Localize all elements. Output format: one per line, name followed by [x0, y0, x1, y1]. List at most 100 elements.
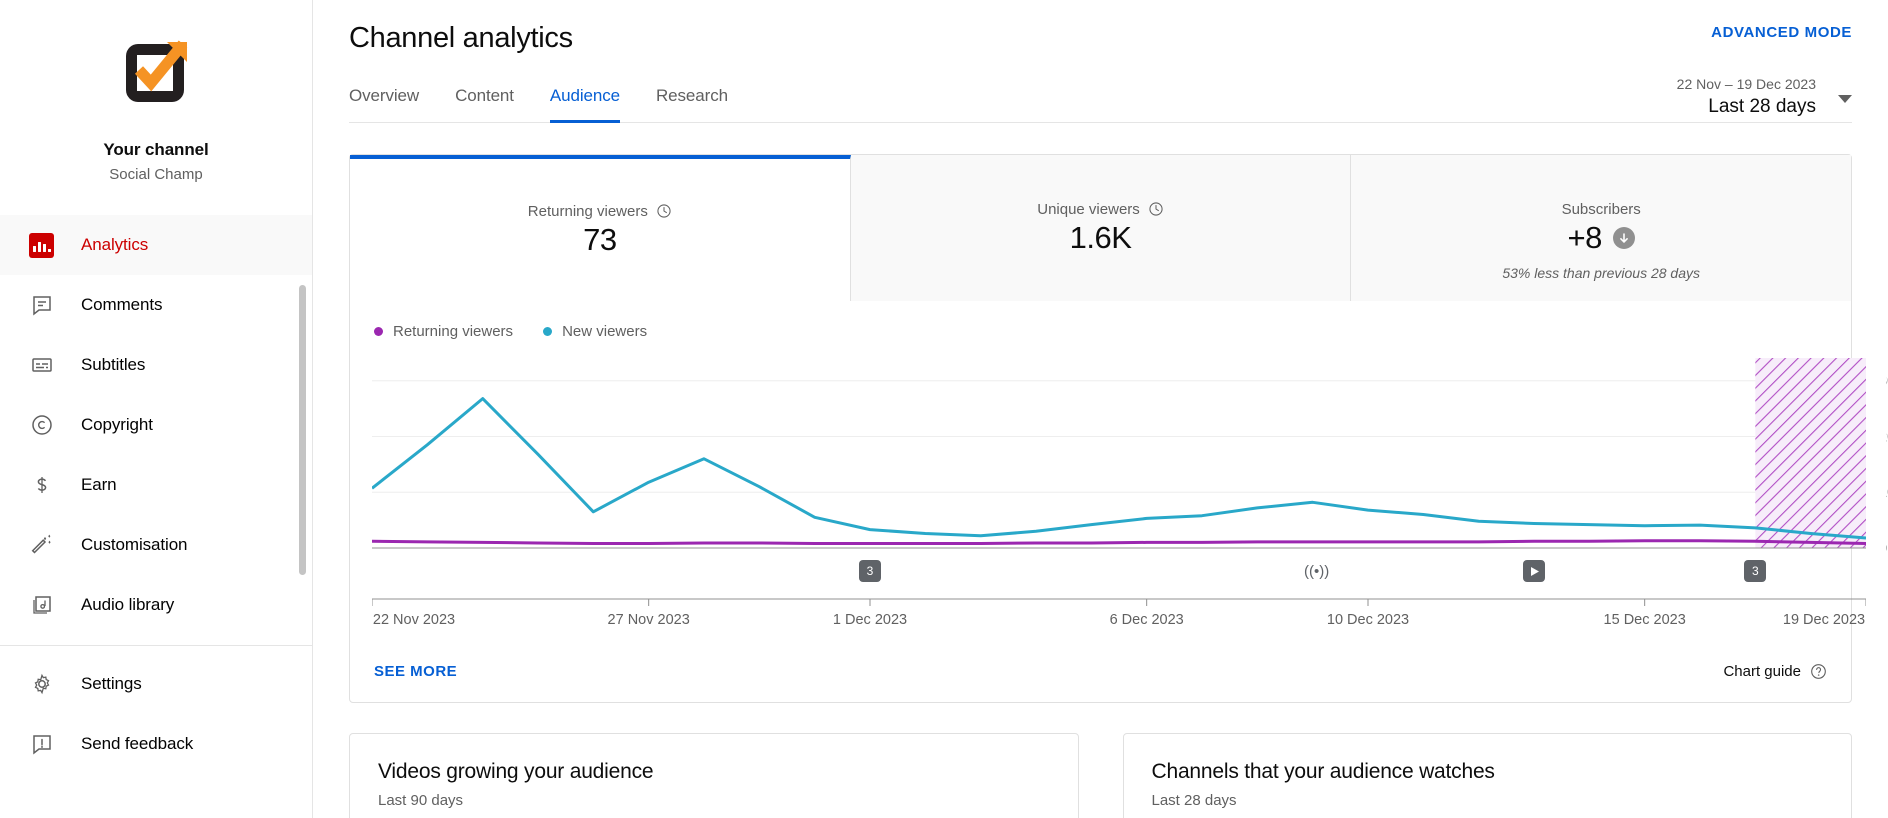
tab-content[interactable]: Content [437, 78, 532, 122]
chart-card: Returning viewers 73 Unique viewers 1.6K… [349, 154, 1888, 703]
sidebar-item-copyright[interactable]: Copyright [0, 395, 312, 455]
sidebar-item-subtitles[interactable]: Subtitles [0, 335, 312, 395]
metric-label: Subscribers [1562, 201, 1641, 218]
main-content: Channel analytics ADVANCED MODE 22 Nov –… [313, 0, 1888, 818]
metric-card-subscribers[interactable]: Subscribers +8 53% less than previous 28… [1351, 155, 1852, 301]
series-line [372, 539, 1866, 545]
channel-block: Your channel Social Champ [0, 0, 312, 207]
metric-label: Returning viewers [528, 203, 672, 220]
sidebar-item-send-feedback[interactable]: Send feedback [0, 714, 312, 774]
sidebar-item-label: Copyright [81, 415, 153, 434]
see-more-button[interactable]: SEE MORE [374, 663, 457, 680]
clock-icon [657, 204, 671, 218]
sidebar-divider [0, 645, 312, 646]
x-axis-tick-label: 1 Dec 2023 [833, 612, 907, 628]
card-subtitle: Last 90 days [378, 792, 464, 809]
x-axis-tick-label: 22 Nov 2023 [373, 612, 455, 628]
card-subtitle: Last 28 days [1151, 792, 1237, 809]
chart-legend: Returning viewers New viewers [350, 323, 1851, 340]
chart-guide-label: Chart guide [1723, 663, 1801, 680]
analytics-icon [28, 232, 55, 259]
feedback-icon [28, 731, 55, 758]
magic-wand-icon [28, 532, 55, 559]
sidebar-item-label: Subtitles [81, 355, 146, 374]
chart-footer: SEE MORE Chart guide [350, 643, 1851, 702]
sidebar-scrollbar[interactable] [299, 285, 306, 575]
sidebar-nav: Analytics Comments Subtitles Copyright E… [0, 215, 312, 774]
date-range-selector[interactable]: 22 Nov – 19 Dec 2023 Last 28 days [1677, 74, 1852, 120]
analytics-content: Returning viewers 73 Unique viewers 1.6K… [313, 154, 1888, 818]
sidebar-item-analytics[interactable]: Analytics [0, 215, 312, 275]
video-count-badge[interactable]: 3 [859, 560, 881, 582]
x-axis: 22 Nov 2023 27 Nov 2023 1 Dec 2023 6 Dec 20… [371, 598, 1867, 628]
metric-cards: Returning viewers 73 Unique viewers 1.6K… [350, 155, 1852, 301]
channel-avatar[interactable] [113, 30, 199, 116]
tab-research[interactable]: Research [638, 78, 746, 122]
audio-library-icon [28, 592, 55, 619]
metric-comparison-note: 53% less than previous 28 days [1502, 265, 1701, 281]
metric-label-text: Unique viewers [1037, 200, 1140, 218]
sidebar-item-label: Analytics [81, 235, 149, 254]
dollar-icon [28, 472, 55, 499]
metric-card-returning-viewers[interactable]: Returning viewers 73 [350, 155, 851, 301]
sidebar-item-settings[interactable]: Settings [0, 654, 312, 714]
sidebar-item-label: Comments [81, 295, 163, 314]
sidebar: Your channel Social Champ Analytics Comm… [0, 0, 313, 818]
x-axis-tick-label: 6 Dec 2023 [1110, 612, 1184, 628]
page-title: Channel analytics [349, 22, 573, 54]
metric-label: Unique viewers [1037, 201, 1164, 218]
legend-label: New viewers [562, 323, 648, 340]
sidebar-item-earn[interactable]: Earn [0, 455, 312, 515]
legend-dot-icon [543, 327, 553, 336]
legend-dot-icon [374, 327, 383, 336]
date-range-label: 22 Nov – 19 Dec 2023 [1676, 76, 1816, 92]
date-preset-label: Last 28 days [1708, 96, 1816, 117]
play-badge-icon[interactable] [1523, 560, 1545, 582]
sidebar-item-customisation[interactable]: Customisation [0, 515, 312, 575]
series-line [372, 397, 1866, 540]
x-axis-tick-label: 15 Dec 2023 [1604, 612, 1686, 628]
chevron-down-icon [1838, 95, 1852, 103]
bottom-cards: Videos growing your audience Last 90 day… [349, 733, 1852, 818]
tab-overview[interactable]: Overview [349, 78, 437, 122]
down-arrow-badge-icon [1612, 226, 1635, 249]
line-chart-svg [372, 358, 1866, 549]
metric-label-text: Subscribers [1561, 200, 1641, 218]
comments-icon [28, 292, 55, 319]
metric-value: +8 [1567, 219, 1603, 255]
card-videos-growing-audience[interactable]: Videos growing your audience Last 90 day… [349, 733, 1079, 818]
metric-value: 1.6K [1069, 219, 1132, 255]
legend-item-returning-viewers[interactable]: Returning viewers [374, 323, 513, 340]
live-stream-icon[interactable]: ((•)) [1302, 560, 1332, 582]
advanced-mode-button[interactable]: ADVANCED MODE [1711, 24, 1852, 41]
sidebar-item-label: Customisation [81, 535, 188, 554]
sidebar-item-audio-library[interactable]: Audio library [0, 575, 312, 635]
gear-icon [28, 671, 55, 698]
channel-heading: Your channel [103, 140, 209, 159]
card-title: Channels that your audience watches [1151, 760, 1495, 783]
sidebar-item-label: Send feedback [81, 734, 194, 753]
legend-label: Returning viewers [393, 323, 514, 340]
subtitles-icon [28, 352, 55, 379]
sidebar-item-label: Audio library [81, 595, 175, 614]
page-header: Channel analytics ADVANCED MODE 22 Nov –… [313, 0, 1888, 123]
channel-name: Social Champ [109, 166, 203, 183]
card-channels-audience-watches[interactable]: Channels that your audience watches Last… [1122, 733, 1852, 818]
copyright-icon [28, 412, 55, 439]
page-scrollbar[interactable] [1874, 0, 1886, 818]
sidebar-item-label: Settings [81, 674, 142, 693]
x-axis-tick-label: 19 Dec 2023 [1783, 612, 1865, 628]
analytics-tabs: Overview Content Audience Research [349, 78, 1852, 123]
video-count-badge[interactable]: 3 [1744, 560, 1767, 582]
chart-guide-link[interactable]: Chart guide [1723, 663, 1827, 680]
sidebar-item-label: Earn [81, 475, 117, 494]
legend-item-new-viewers[interactable]: New viewers [543, 323, 647, 340]
sidebar-item-comments[interactable]: Comments [0, 275, 312, 335]
chart-plot[interactable]: 0100200300 3((•))3 22 Nov 202327 Nov 202… [350, 358, 1888, 643]
clock-icon [1149, 202, 1163, 216]
metric-card-unique-viewers[interactable]: Unique viewers 1.6K [850, 155, 1352, 301]
chart-annotation-markers: 3 ((•)) 3 [372, 558, 1851, 598]
metric-value: 73 [583, 221, 617, 257]
tab-audience[interactable]: Audience [532, 78, 638, 123]
x-axis-tick-label: 27 Nov 2023 [608, 612, 690, 628]
